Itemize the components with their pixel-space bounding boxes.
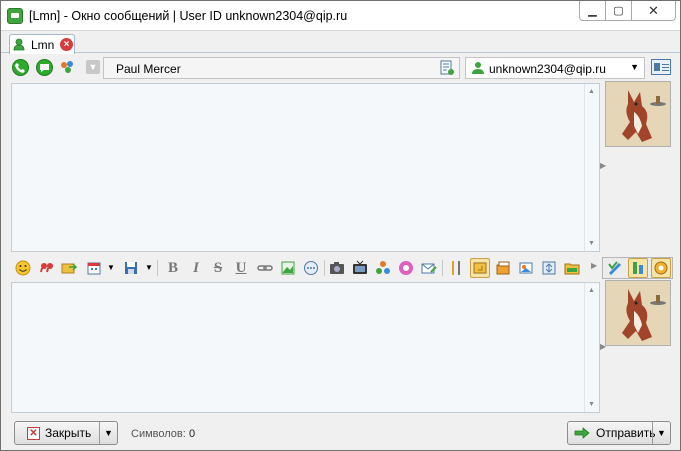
title-bar: [Lmn] - Окно сообщений | User ID unknown… [1, 1, 680, 31]
close-button-label: Закрыть [45, 426, 92, 440]
button-divider [99, 422, 100, 444]
minimize-icon: ▁ [588, 5, 597, 17]
window-controls: ▁ ▢ ✕ [579, 1, 676, 22]
settings-icon[interactable] [446, 258, 466, 278]
button-divider [652, 422, 653, 444]
calendar-dropdown-icon[interactable]: ▼ [107, 263, 115, 272]
app-icon [7, 8, 23, 24]
phone-call-icon[interactable] [12, 59, 29, 76]
contact-avatar [605, 81, 671, 147]
strikethrough-button[interactable]: S [208, 258, 228, 278]
picture-message-icon[interactable] [516, 258, 536, 278]
bold-icon: B [167, 259, 178, 276]
bold-button[interactable]: B [163, 258, 183, 278]
send-button-label: Отправить [596, 426, 656, 440]
contacts-share-icon[interactable] [373, 258, 393, 278]
send-button[interactable]: Отправить ▼ [567, 421, 671, 445]
close-x-icon: ✕ [27, 426, 40, 440]
tab-label: Lmn [31, 38, 55, 52]
options-gear-icon[interactable] [651, 258, 671, 278]
tv-icon[interactable] [350, 258, 370, 278]
format-toolbar: ▼ ▼ B I S U ▶ [1, 255, 680, 281]
more-options-icon[interactable] [301, 258, 321, 278]
maximize-button[interactable]: ▢ [605, 1, 632, 21]
underline-button[interactable]: U [231, 258, 251, 278]
message-bubble-icon[interactable] [36, 59, 53, 76]
account-select[interactable]: unknown2304@qip.ru ▼ [465, 57, 645, 79]
chevron-down-icon: ▼ [630, 62, 639, 72]
bottom-bar: ✕ Закрыть ▼ Символов: 0 Отправить ▼ [1, 416, 680, 450]
insert-image-icon[interactable] [278, 258, 298, 278]
message-history[interactable]: ▲ ▼ [11, 83, 600, 252]
tab-lmn[interactable]: Lmn × [9, 34, 75, 54]
save-icon[interactable] [121, 258, 141, 278]
account-user-icon [472, 62, 484, 74]
close-options-chevron-icon[interactable]: ▼ [104, 428, 113, 438]
toolbar-separator [157, 260, 158, 276]
fox-avatar-image [606, 281, 670, 345]
fox-avatar-image [606, 82, 670, 146]
tab-close-icon[interactable]: × [60, 38, 73, 51]
enter-to-send-icon[interactable] [470, 258, 490, 278]
window-title: [Lmn] - Окно сообщений | User ID unknown… [29, 9, 348, 23]
send-arrow-icon [574, 427, 590, 439]
quote-icon[interactable] [37, 258, 57, 278]
history-icon[interactable] [493, 258, 513, 278]
scroll-down-icon[interactable]: ▼ [588, 240, 595, 247]
account-id: unknown2304@qip.ru [489, 62, 606, 76]
contact-toolbar: ▼ Paul Mercer unknown2304@qip.ru ▼ [1, 54, 680, 81]
contact-name: Paul Mercer [116, 62, 181, 76]
own-avatar [605, 280, 671, 346]
send-sms-icon[interactable] [419, 258, 439, 278]
send-file-icon[interactable] [59, 258, 79, 278]
collapse-avatar-icon[interactable]: ▶ [600, 161, 606, 170]
close-icon: ✕ [648, 2, 659, 18]
link-icon[interactable] [255, 258, 275, 278]
scroll-down-icon[interactable]: ▼ [588, 401, 595, 408]
tab-strip: Lmn × [1, 31, 680, 54]
italic-button[interactable]: I [186, 258, 206, 278]
translit-icon[interactable] [628, 258, 648, 278]
camera-icon[interactable] [327, 258, 347, 278]
input-scrollbar[interactable]: ▲ ▼ [584, 283, 599, 412]
underline-icon: U [235, 259, 247, 276]
smiley-icon[interactable] [13, 258, 33, 278]
scroll-up-icon[interactable]: ▲ [588, 287, 595, 294]
folder-icon[interactable] [562, 258, 582, 278]
spellcheck-icon[interactable] [605, 258, 625, 278]
gift-icon[interactable] [396, 258, 416, 278]
close-button[interactable]: ✕ Закрыть ▼ [14, 421, 118, 445]
close-window-button[interactable]: ✕ [631, 1, 676, 21]
char-count-label: Символов: [131, 428, 186, 440]
toolbar-expand-icon[interactable]: ▶ [591, 261, 597, 270]
scroll-up-icon[interactable]: ▲ [588, 88, 595, 95]
right-toolbar-group [602, 257, 673, 279]
toolbar-separator [324, 260, 325, 276]
resize-input-icon[interactable] [539, 258, 559, 278]
message-input[interactable]: ▲ ▼ [11, 282, 600, 413]
toolbar-separator [442, 260, 443, 276]
contact-card-icon[interactable] [651, 59, 671, 75]
save-dropdown-icon[interactable]: ▼ [145, 263, 153, 272]
calendar-icon[interactable] [84, 258, 104, 278]
italic-icon: I [193, 259, 199, 276]
user-icon [13, 38, 25, 51]
expand-down-icon[interactable]: ▼ [86, 60, 100, 74]
history-scrollbar[interactable]: ▲ ▼ [584, 84, 599, 251]
maximize-icon: ▢ [613, 5, 624, 17]
char-count-value: 0 [189, 428, 196, 440]
message-window: [Lmn] - Окно сообщений | User ID unknown… [0, 0, 681, 451]
contact-name-field: Paul Mercer [103, 57, 460, 79]
notes-icon[interactable] [439, 60, 455, 76]
minimize-button[interactable]: ▁ [579, 1, 606, 21]
strikethrough-icon: S [213, 259, 223, 276]
group-users-icon[interactable] [59, 59, 76, 76]
send-options-chevron-icon[interactable]: ▼ [657, 428, 666, 438]
